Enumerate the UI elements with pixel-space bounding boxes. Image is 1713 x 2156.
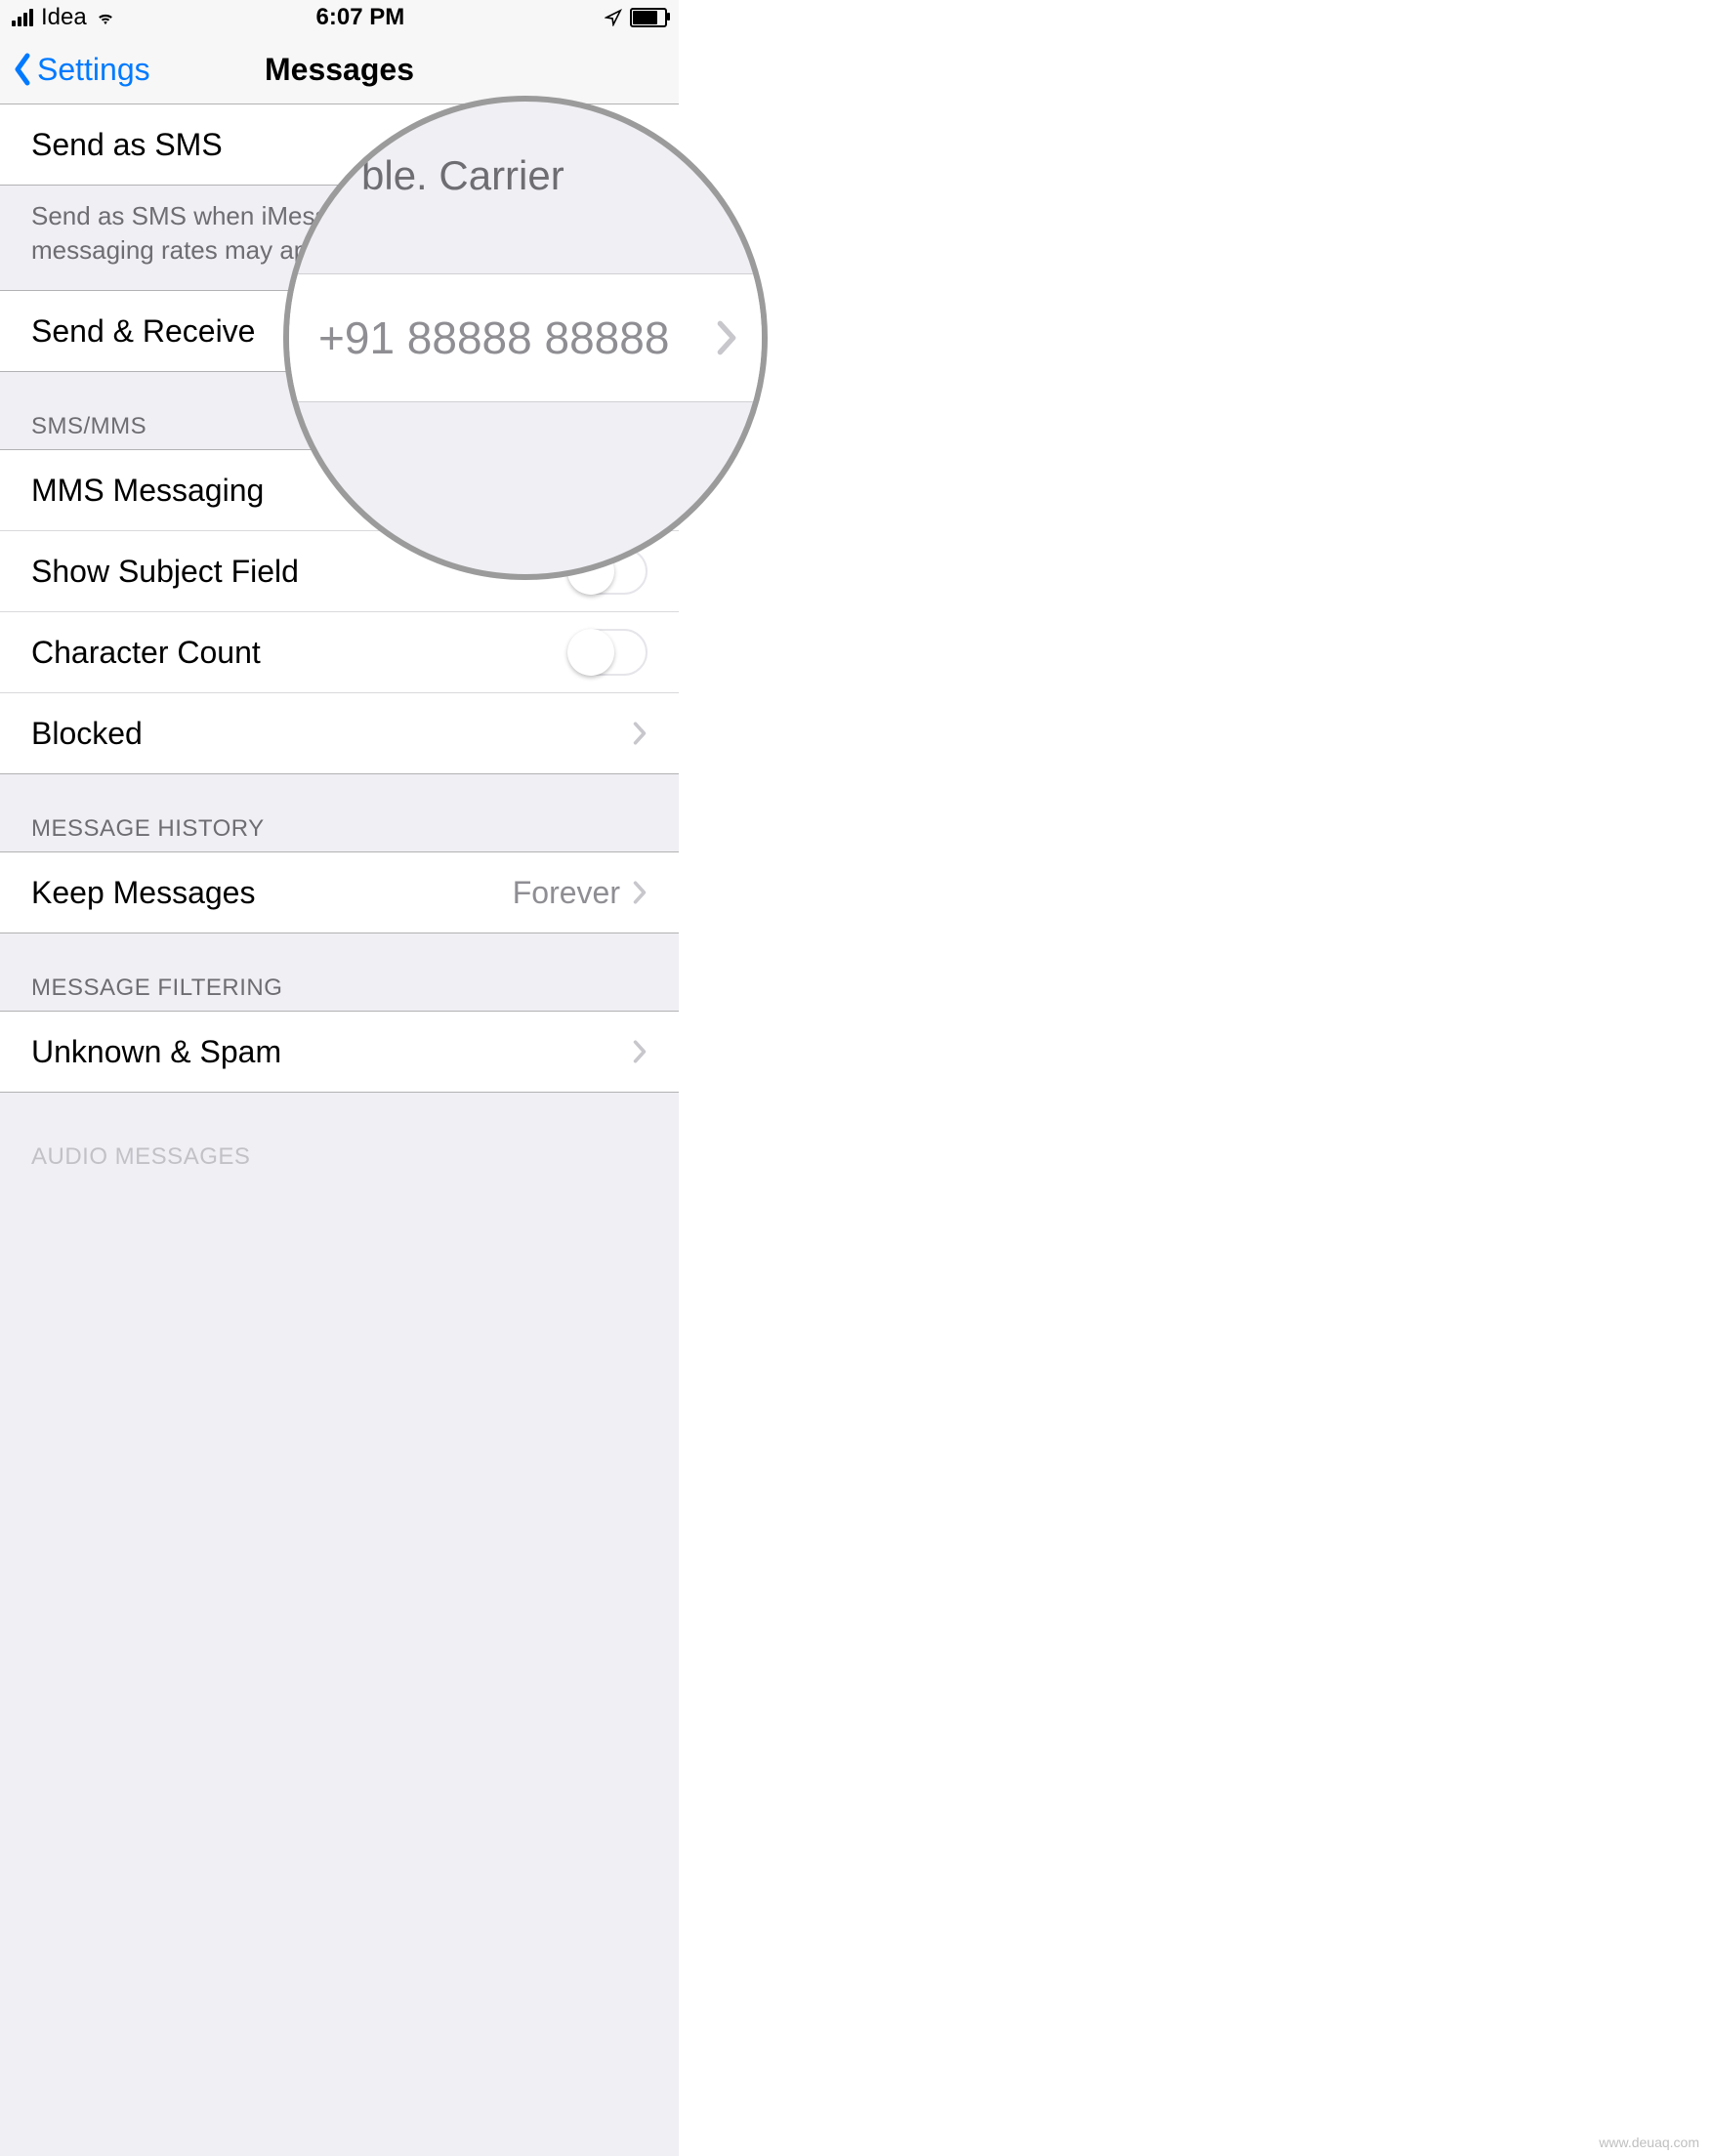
- magnified-toggle-fragment: [684, 102, 768, 180]
- section-header-history: MESSAGE HISTORY: [0, 774, 679, 852]
- nav-bar: Settings Messages: [0, 35, 679, 104]
- magnifier-callout: ble. Carrier +91 88888 88888: [283, 96, 768, 580]
- status-left: Idea: [12, 4, 116, 31]
- watermark: www.deuaq.com: [1599, 2135, 1699, 2150]
- character-count-toggle[interactable]: [567, 629, 648, 676]
- wifi-icon: [95, 10, 116, 25]
- character-count-label: Character Count: [31, 635, 567, 671]
- battery-icon: [630, 8, 667, 27]
- carrier-label: Idea: [41, 4, 87, 31]
- magnified-phone-number: +91 88888 88888: [318, 311, 715, 364]
- nav-title: Messages: [265, 52, 414, 88]
- keep-messages-label: Keep Messages: [31, 875, 513, 911]
- status-time: 6:07 PM: [316, 4, 405, 31]
- magnified-footer-fragment: ble. Carrier: [361, 152, 564, 199]
- back-button[interactable]: Settings: [12, 35, 150, 104]
- cell-signal-icon: [12, 9, 33, 26]
- back-label: Settings: [37, 52, 150, 88]
- status-right: [605, 8, 667, 27]
- magnified-send-receive-row: +91 88888 88888: [289, 273, 762, 402]
- unknown-spam-row[interactable]: Unknown & Spam: [0, 1011, 679, 1093]
- chevron-right-icon: [632, 720, 648, 747]
- keep-messages-row[interactable]: Keep Messages Forever: [0, 851, 679, 933]
- chevron-right-icon: [632, 879, 648, 906]
- chevron-left-icon: [12, 52, 33, 87]
- blocked-label: Blocked: [31, 716, 632, 752]
- section-header-filtering: MESSAGE FILTERING: [0, 933, 679, 1012]
- keep-messages-value: Forever: [513, 875, 620, 911]
- character-count-row[interactable]: Character Count: [0, 611, 679, 693]
- section-header-audio: AUDIO MESSAGES: [0, 1093, 679, 1181]
- location-icon: [605, 9, 622, 26]
- status-bar: Idea 6:07 PM: [0, 0, 679, 35]
- chevron-right-icon: [715, 317, 738, 358]
- chevron-right-icon: [632, 1038, 648, 1065]
- blocked-row[interactable]: Blocked: [0, 692, 679, 774]
- magnifier-content: ble. Carrier +91 88888 88888: [289, 102, 762, 574]
- unknown-spam-label: Unknown & Spam: [31, 1034, 632, 1070]
